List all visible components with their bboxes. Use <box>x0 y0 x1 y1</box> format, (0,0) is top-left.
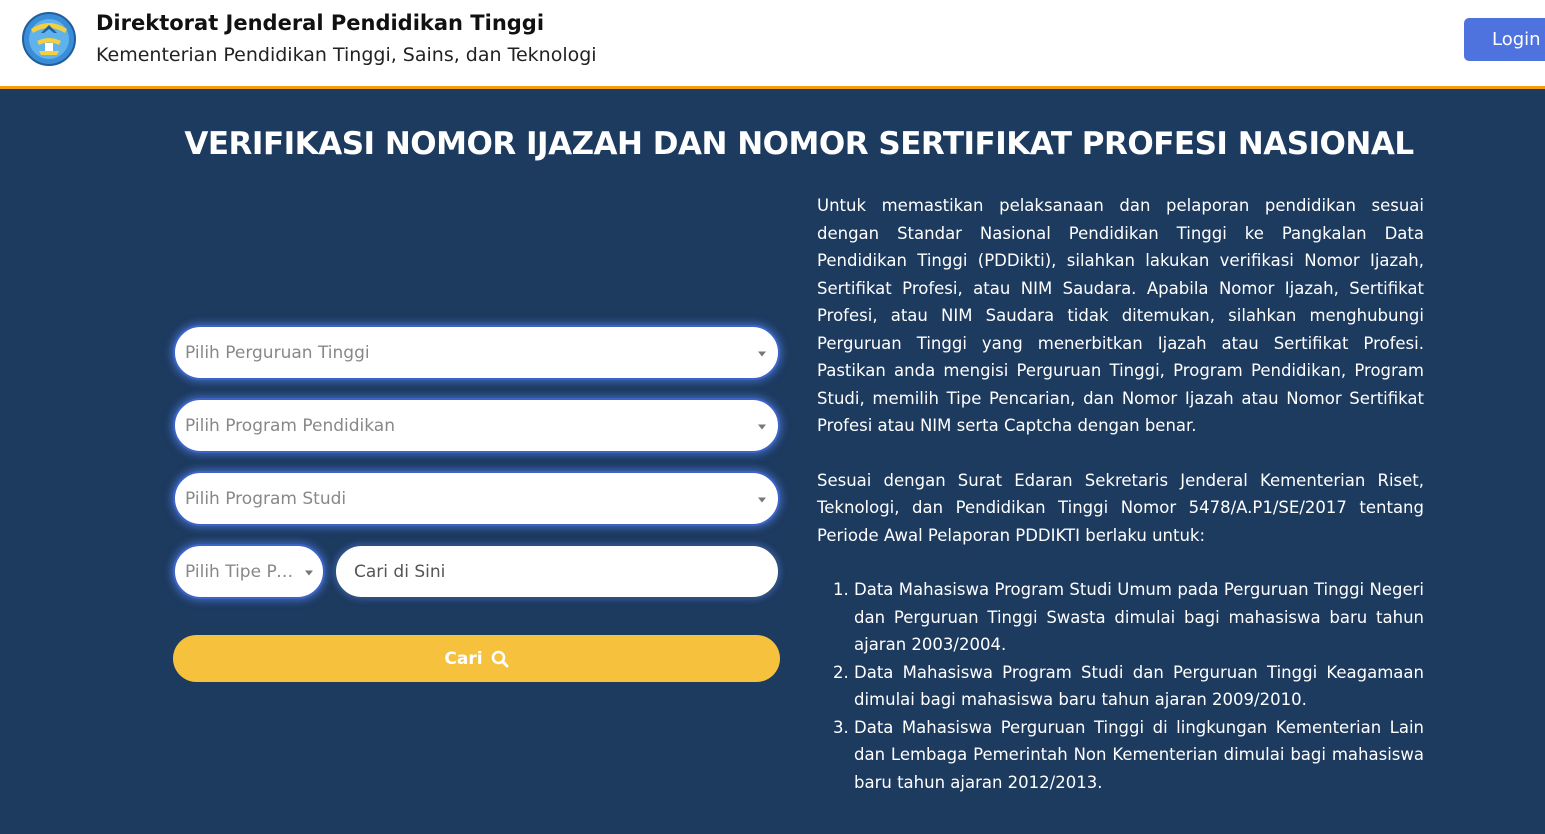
page-title: VERIFIKASI NOMOR IJAZAH DAN NOMOR SERTIF… <box>184 126 1414 162</box>
tipe-pencarian-placeholder: Pilih Tipe Pencarian <box>185 561 295 582</box>
caret-down-icon <box>758 424 766 429</box>
caret-down-icon <box>305 570 313 575</box>
program-pendidikan-placeholder: Pilih Program Pendidikan <box>185 415 396 436</box>
site-header: Direktorat Jenderal Pendidikan Tinggi Ke… <box>0 0 1545 89</box>
login-button[interactable]: Login <box>1464 18 1545 61</box>
reporting-period-list: Data Mahasiswa Program Studi Umum pada P… <box>817 576 1424 796</box>
perguruan-tinggi-placeholder: Pilih Perguruan Tinggi <box>185 342 370 363</box>
tut-wuri-handayani-logo[interactable] <box>21 11 77 67</box>
list-item: Data Mahasiswa Perguruan Tinggi di lingk… <box>854 714 1424 797</box>
info-paragraph-1: Untuk memastikan pelaksanaan dan pelapor… <box>817 196 1424 435</box>
main-content: VERIFIKASI NOMOR IJAZAH DAN NOMOR SERTIF… <box>0 89 1545 834</box>
search-button-label: Cari <box>444 648 483 669</box>
caret-down-icon <box>758 497 766 502</box>
tipe-pencarian-select[interactable]: Pilih Tipe Pencarian <box>173 544 325 599</box>
brand-subtitle: Kementerian Pendidikan Tinggi, Sains, da… <box>96 44 597 66</box>
info-panel: Untuk memastikan pelaksanaan dan pelapor… <box>817 192 1424 796</box>
search-button[interactable]: Cari <box>173 635 780 682</box>
search-input[interactable] <box>334 544 780 599</box>
perguruan-tinggi-select[interactable]: Pilih Perguruan Tinggi <box>173 325 780 380</box>
program-studi-select[interactable]: Pilih Program Studi <box>173 471 780 526</box>
brand-title: Direktorat Jenderal Pendidikan Tinggi <box>96 11 545 35</box>
program-pendidikan-select[interactable]: Pilih Program Pendidikan <box>173 398 780 453</box>
program-studi-placeholder: Pilih Program Studi <box>185 488 347 509</box>
list-item: Data Mahasiswa Program Studi Umum pada P… <box>854 576 1424 659</box>
caret-down-icon <box>758 351 766 356</box>
list-item: Data Mahasiswa Program Studi dan Perguru… <box>854 659 1424 714</box>
search-icon <box>491 650 509 667</box>
info-paragraph-2: Sesuai dengan Surat Edaran Sekretaris Je… <box>817 470 1424 545</box>
